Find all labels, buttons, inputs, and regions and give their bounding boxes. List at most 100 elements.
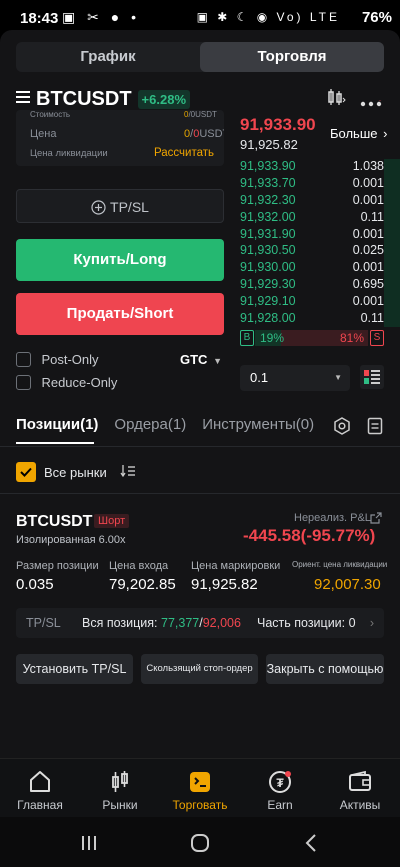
back-icon[interactable] xyxy=(304,833,318,858)
whole-position: Вся позиция: 77,377/92,006 xyxy=(82,616,241,630)
chart-settings-icon[interactable] xyxy=(326,89,346,112)
price-label: Цена xyxy=(30,128,57,140)
menu-icon[interactable] xyxy=(16,90,30,108)
post-only-option[interactable]: Post-Only xyxy=(16,351,99,369)
orderbook-quantity: 1.038 xyxy=(352,159,384,173)
settings-icon[interactable] xyxy=(333,417,351,440)
orderbook-quantity: 0.11 xyxy=(360,209,384,224)
orderbook-row[interactable]: 91,928.00 0.11 xyxy=(240,311,384,328)
orderbook-price: 91,932.00 xyxy=(240,209,296,224)
svg-text:₮: ₮ xyxy=(276,776,284,790)
time-in-force-select[interactable]: GTC ▼ xyxy=(180,352,222,367)
home-button-icon[interactable] xyxy=(190,833,210,858)
buy-long-button[interactable]: Купить/Long xyxy=(16,239,224,281)
price-value: 0/0USDT xyxy=(184,128,224,140)
tab-orders[interactable]: Ордера(1) xyxy=(114,416,186,436)
battery-level: 76% xyxy=(361,9,392,26)
liquidation-label: Цена ликвидации xyxy=(30,148,108,159)
nav-earn-label: Earn xyxy=(267,798,293,812)
orderbook-row[interactable]: 91,932.30 0.001 xyxy=(240,193,384,210)
close-with-button[interactable]: Закрыть с помощью xyxy=(266,654,384,684)
orderbook-row[interactable]: 91,929.30 0.695 xyxy=(240,277,384,294)
mark-value: 91,925.82 xyxy=(191,576,258,593)
nav-trade-label: Торговать xyxy=(172,798,228,812)
nav-earn[interactable]: ₮ Earn xyxy=(240,759,320,812)
orderbook-row[interactable]: 91,930.50 0.025 xyxy=(240,243,384,260)
orderbook-quantity: 0.001 xyxy=(352,260,384,275)
status-right-icons: ▣ ✱ ☾ ◉ Vo) LTE xyxy=(196,10,340,24)
sell-percent: 81% xyxy=(339,331,364,345)
part-position: Часть позиции: 0 xyxy=(257,616,356,630)
tab-positions[interactable]: Позиции(1) xyxy=(16,416,98,436)
tab-tools[interactable]: Инструменты(0) xyxy=(202,416,314,436)
nav-markets[interactable]: Рынки xyxy=(80,759,160,812)
pair-change-badge: +6.28% xyxy=(137,89,190,109)
entry-value: 79,202.85 xyxy=(109,576,176,593)
orderbook-row[interactable]: 91,931.90 0.001 xyxy=(240,227,384,244)
history-icon[interactable] xyxy=(367,417,383,440)
sell-short-button[interactable]: Продать/Short xyxy=(16,293,224,335)
orderbook-price: 91,930.00 xyxy=(240,260,296,275)
trade-icon xyxy=(160,769,240,795)
orderbook-row[interactable]: 91,930.00 0.001 xyxy=(240,260,384,277)
book-layout-icon[interactable] xyxy=(360,365,384,389)
trailing-stop-button[interactable]: Скользящий стоп-ордер xyxy=(141,654,258,684)
nav-assets-label: Активы xyxy=(339,798,381,812)
size-value: 0.035 xyxy=(16,576,54,593)
orderbook-quantity: 0.001 xyxy=(352,294,384,309)
recent-apps-icon[interactable] xyxy=(80,834,98,857)
all-markets-checkbox[interactable] xyxy=(16,462,36,482)
chevron-right-icon: › xyxy=(369,616,374,630)
tpsl-label: TP/SL xyxy=(110,199,149,215)
calculate-link[interactable]: Рассчитать xyxy=(154,147,214,159)
orderbook-row[interactable]: 91,929.10 0.001 xyxy=(240,294,384,311)
position-symbol[interactable]: BTCUSDT xyxy=(16,513,92,531)
orderbook-quantity: 0.025 xyxy=(352,243,384,258)
post-only-checkbox[interactable] xyxy=(16,352,31,368)
set-tpsl-button[interactable]: Установить TP/SL xyxy=(16,654,133,684)
reduce-only-option[interactable]: Reduce-Only xyxy=(16,374,117,392)
tab-chart[interactable]: График xyxy=(16,42,200,72)
sell-tag: S xyxy=(370,330,384,346)
pair-header[interactable]: BTCUSDT +6.28% xyxy=(16,88,190,110)
reduce-only-checkbox[interactable] xyxy=(16,375,31,391)
more-options-icon[interactable] xyxy=(360,95,383,113)
mark-price: 91,925.82 xyxy=(240,137,298,152)
earn-icon: ₮ xyxy=(240,769,320,795)
buy-sell-ratio: B 19% 81% S xyxy=(240,330,384,346)
tpsl-row-label: TP/SL xyxy=(26,616,61,630)
orderbook-price: 91,930.50 xyxy=(240,243,296,258)
system-navigation-bar xyxy=(0,817,400,867)
price-step-select[interactable]: 0.1 ▼ xyxy=(240,365,350,391)
tpsl-row[interactable]: TP/SL Вся позиция: 77,377/92,006 Часть п… xyxy=(16,608,384,638)
orderbook-quantity: 0.001 xyxy=(352,175,384,190)
orderbook-price: 91,929.30 xyxy=(240,277,296,292)
status-left-icons: ▣ ✂ ● • xyxy=(62,9,140,25)
more-button[interactable]: Больше › xyxy=(330,126,387,141)
orderbook-row[interactable]: 91,932.00 0.11 xyxy=(240,210,384,227)
tif-value: GTC xyxy=(180,352,208,367)
last-price-display: 91,933.90 xyxy=(240,115,316,134)
nav-trade[interactable]: Торговать xyxy=(160,759,240,812)
orderbook-row[interactable]: 91,933.70 0.001 xyxy=(240,176,384,193)
tpsl-button[interactable]: TP/SL xyxy=(16,189,224,223)
orderbook-quantity: 0.11 xyxy=(360,311,384,326)
filter-divider xyxy=(0,493,400,494)
mark-label: Цена маркировки xyxy=(191,560,281,572)
nav-assets[interactable]: Активы xyxy=(320,759,400,812)
nav-home[interactable]: Главная xyxy=(0,759,80,812)
orderbook-row[interactable]: 91,933.90 1.038 xyxy=(240,159,384,176)
buy-tag: B xyxy=(240,330,254,346)
sort-icon[interactable] xyxy=(120,464,136,483)
view-switcher: График Торговля xyxy=(16,42,384,72)
bottom-navigation: Главная Рынки Торговать ₮ Earn Активы xyxy=(0,758,400,817)
more-label: Больше xyxy=(330,126,378,141)
all-markets-label: Все рынки xyxy=(44,465,107,480)
cost-label: Стоимость xyxy=(30,110,71,119)
nav-home-label: Главная xyxy=(17,798,63,812)
buy-percent: 19% xyxy=(260,331,285,345)
tabs-divider xyxy=(0,446,400,447)
tab-trade[interactable]: Торговля xyxy=(200,42,384,72)
wallet-icon xyxy=(320,769,400,795)
orderbook-bids: 91,933.90 1.038 91,933.70 0.001 91,932.30 0.0… xyxy=(240,159,384,328)
